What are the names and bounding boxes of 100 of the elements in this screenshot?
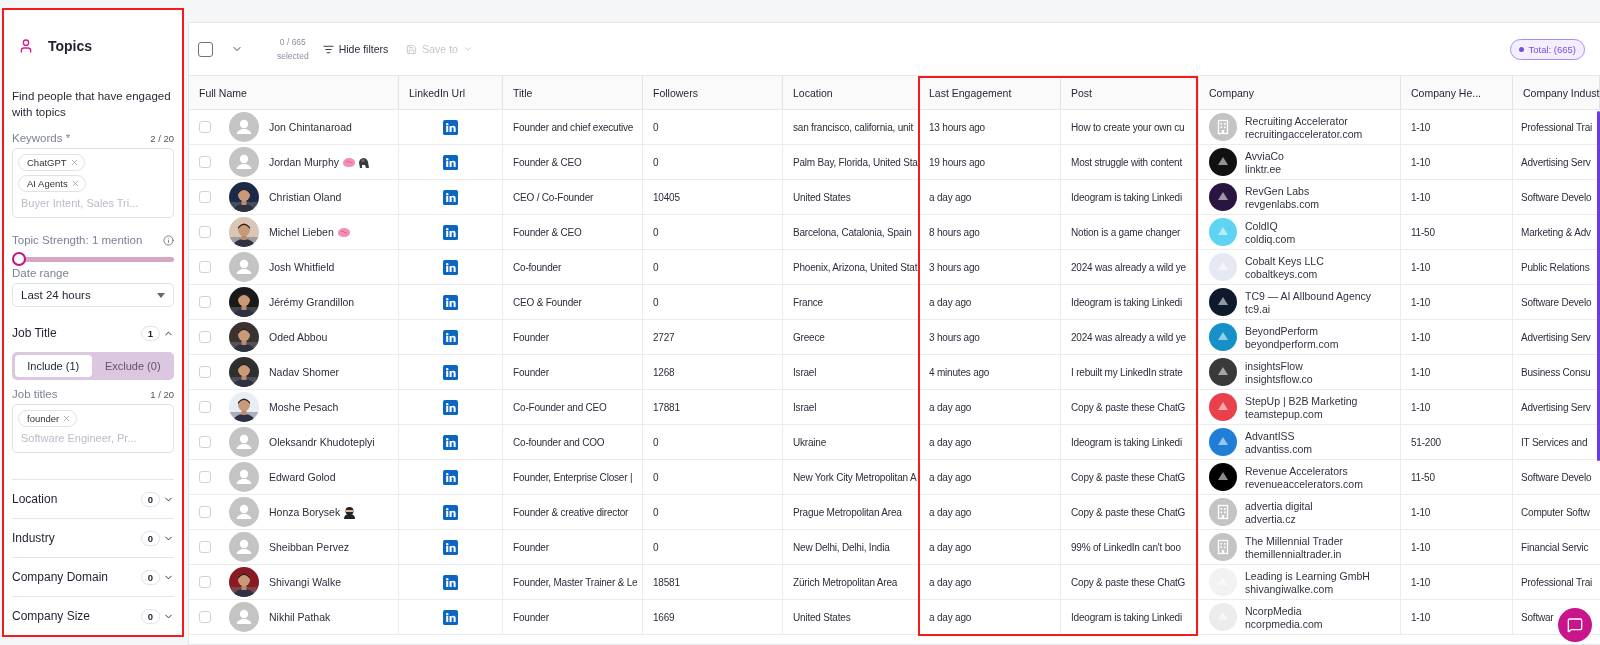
ninja-icon [343,505,357,519]
remove-icon[interactable] [62,414,72,423]
table-cell: a day ago [919,180,1061,214]
row-checkbox[interactable] [199,576,211,588]
row-checkbox[interactable] [199,156,211,168]
company-name: advertia digital [1245,499,1313,512]
row-checkbox[interactable] [199,226,211,238]
table-cell-text: Computer Softw [1520,505,1590,520]
table-cell-text: Software Develo [1520,295,1592,310]
table-cell: a day ago [919,390,1061,424]
keyword-field[interactable]: ChatGPT AI Agents Buyer Intent, Sales Tri... [12,148,174,218]
row-checkbox[interactable] [199,261,211,273]
company-name: AdvantISS [1245,429,1296,442]
company-domain: advantiss.com [1245,442,1313,455]
date-range-select[interactable]: Last 24 hours [12,283,174,308]
row-checkbox[interactable] [199,471,211,483]
linkedin-icon[interactable] [443,364,458,380]
row-checkbox[interactable] [199,191,211,203]
column-header[interactable]: LinkedIn Url [399,76,503,109]
mode-tab[interactable]: Include (1) [15,355,92,377]
table-cell: 0 [643,145,783,179]
remove-icon[interactable] [70,179,80,188]
strength-slider[interactable] [12,252,174,264]
select-all-checkbox[interactable] [198,41,213,57]
building-icon [1209,533,1237,561]
keyword-input[interactable]: Software Engineer, Pr... [18,431,168,445]
column-header[interactable]: Location [783,76,919,109]
linkedin-icon[interactable] [443,469,458,485]
linkedin-icon[interactable] [443,539,458,555]
linkedin-icon[interactable] [443,329,458,345]
table-cell: 1-10 [1401,250,1513,284]
column-header[interactable]: Followers [643,76,783,109]
linkedin-icon[interactable] [443,259,458,275]
linkedin-icon[interactable] [443,399,458,415]
column-header[interactable]: Last Engagement [919,76,1061,109]
person-name: Moshe Pesach [269,401,339,413]
person-name: Jordan Murphy [269,156,340,168]
column-header[interactable]: Company [1199,76,1401,109]
slider-thumb[interactable] [12,252,26,266]
linkedin-icon[interactable] [443,154,458,170]
building-icon [1209,113,1237,141]
table-cell: 1-10 [1401,320,1513,354]
table-cell: Most struggle with content [1061,145,1199,179]
row-checkbox[interactable] [199,506,211,518]
table-cell: Co-founder and COO [503,425,643,459]
mode-tab[interactable]: Exclude (0) [94,355,171,377]
column-header[interactable]: Company He... [1401,76,1513,109]
table-cell: 1-10 [1401,495,1513,529]
linkedin-icon[interactable] [443,504,458,520]
column-header[interactable]: Full Name [189,76,399,109]
column-header[interactable]: Title [503,76,643,109]
person-name: Edward Golod [269,471,336,483]
table-cell: Founder [503,600,643,634]
row-checkbox[interactable] [199,331,211,343]
company-domain: themillennialtrader.in [1245,547,1343,560]
table-cell: 0 [643,250,783,284]
section-title[interactable]: Company Size [12,609,141,623]
company-name: Recruiting Accelerator [1245,114,1349,127]
table-cell: 17881 [643,390,783,424]
section-title[interactable]: Industry [12,531,141,545]
avatar-placeholder-icon [229,112,259,142]
table-cell: 8 hours ago [919,215,1061,249]
linkedin-icon[interactable] [443,609,458,625]
keyword-input[interactable]: Buyer Intent, Sales Tri... [18,196,168,210]
linkedin-icon[interactable] [443,434,458,450]
row-checkbox[interactable] [199,296,211,308]
row-checkbox[interactable] [199,401,211,413]
selection-count: 0 / 665 [279,37,306,47]
linkedin-icon[interactable] [443,294,458,310]
linkedin-icon[interactable] [443,189,458,205]
avatar-placeholder-icon [229,532,259,562]
hide-filters-button[interactable]: Hide filters [318,43,393,55]
row-checkbox[interactable] [199,366,211,378]
scrollbar-thumb[interactable] [1597,111,1600,461]
info-icon[interactable] [163,234,174,246]
section-title[interactable]: Location [12,492,141,506]
company-domain: cobaltkeys.com [1245,267,1319,280]
row-checkbox[interactable] [199,121,211,133]
column-header[interactable]: Post [1061,76,1199,109]
table-cell: 3 hours ago [919,320,1061,354]
table-cell: Notion is a game changer [1061,215,1199,249]
company-name: Revenue Accelerators [1245,464,1349,477]
linkedin-icon[interactable] [443,119,458,135]
keyword-field[interactable]: founder Software Engineer, Pr... [12,404,174,453]
linkedin-icon[interactable] [443,224,458,240]
table-cell: a day ago [919,600,1061,634]
table-cell: Founder [503,530,643,564]
section-title[interactable]: Company Domain [12,570,141,584]
remove-icon[interactable] [69,158,79,167]
row-checkbox[interactable] [199,436,211,448]
column-header[interactable]: Company Indust [1513,76,1600,109]
table-cell: Israel [783,355,919,389]
linkedin-icon[interactable] [443,574,458,590]
table-cell: 18581 [643,565,783,599]
company-name: NcorpMedia [1245,604,1303,617]
row-checkbox[interactable] [199,541,211,553]
table-cell: 99% of LinkedIn can't boo [1061,530,1199,564]
table-cell: a day ago [919,460,1061,494]
row-checkbox[interactable] [199,611,211,623]
section-title[interactable]: Job Title [12,326,141,340]
